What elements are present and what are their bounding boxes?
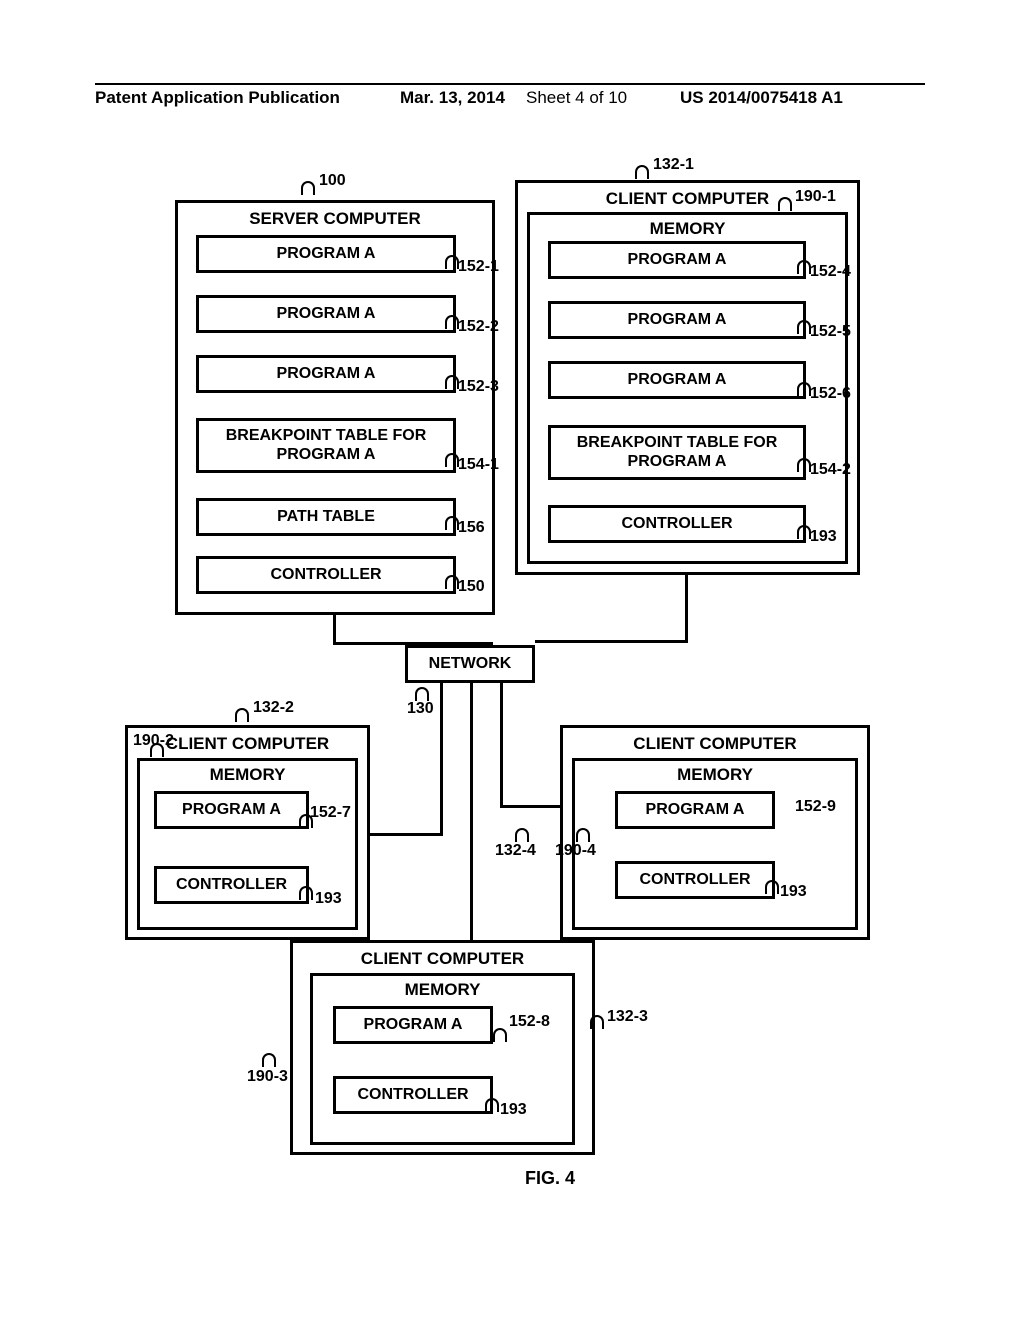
ref-hook [445,453,459,467]
ref-193-c4: 193 [780,883,807,901]
client1-program-a-2: PROGRAM A [548,301,806,339]
ref-hook [635,165,649,179]
ref-154-1: 154-1 [458,456,499,474]
ref-hook [576,828,590,842]
connector [333,615,336,645]
publication-date: Mar. 13, 2014 [400,88,505,108]
client4-memory-box: MEMORY PROGRAM A CONTROLLER [572,758,858,930]
client1-memory-title: MEMORY [530,215,845,243]
sheet-number: Sheet 4 of 10 [526,88,627,108]
connector [500,805,560,808]
ref-hook [415,687,429,701]
client3-title: CLIENT COMPUTER [293,945,592,973]
ref-hook [590,1015,604,1029]
client4-title: CLIENT COMPUTER [563,730,867,758]
client1-breakpoint-table: BREAKPOINT TABLE FOR PROGRAM A [548,425,806,480]
ref-152-3: 152-3 [458,378,499,396]
ref-hook [778,197,792,211]
ref-hook [445,575,459,589]
server-program-a-3: PROGRAM A [196,355,456,393]
ref-150: 150 [458,578,485,596]
connector [490,642,493,646]
ref-152-2: 152-2 [458,318,499,336]
ref-hook [765,880,779,894]
ref-hook [445,516,459,530]
ref-190-4: 190-4 [555,842,596,860]
figure-diagram: SERVER COMPUTER PROGRAM A PROGRAM A PROG… [95,150,925,1250]
ref-hook [301,181,315,195]
ref-hook [797,382,811,396]
publication-label: Patent Application Publication [95,88,340,108]
ref-hook [515,828,529,842]
ref-hook [262,1053,276,1067]
client1-program-a-3: PROGRAM A [548,361,806,399]
server-controller: CONTROLLER [196,556,456,594]
ref-190-3: 190-3 [247,1068,288,1086]
connector [333,642,493,645]
ref-152-4: 152-4 [810,263,851,281]
ref-132-2: 132-2 [253,699,294,717]
ref-154-2: 154-2 [810,461,851,479]
ref-hook [797,525,811,539]
ref-152-7: 152-7 [310,804,351,822]
client4-program-a: PROGRAM A [615,791,775,829]
server-computer-title: SERVER COMPUTER [178,205,492,233]
network-box: NETWORK [405,645,535,683]
ref-hook [485,1098,499,1112]
ref-193-c1: 193 [810,528,837,546]
ref-132-4: 132-4 [495,842,536,860]
client1-controller: CONTROLLER [548,505,806,543]
connector [500,683,503,808]
ref-190-2: 190-2 [133,732,174,750]
client2-controller: CONTROLLER [154,866,309,904]
ref-hook [299,886,313,900]
ref-152-8: 152-8 [509,1013,550,1031]
client3-controller: CONTROLLER [333,1076,493,1114]
header-rule [95,83,925,85]
server-program-a-1: PROGRAM A [196,235,456,273]
ref-hook [445,255,459,269]
ref-152-5: 152-5 [810,323,851,341]
connector [685,575,688,643]
ref-100: 100 [319,172,346,190]
ref-156: 156 [458,519,485,537]
ref-132-3: 132-3 [607,1008,648,1026]
ref-hook [797,260,811,274]
ref-130: 130 [407,700,434,718]
connector [440,683,443,835]
client1-program-a-1: PROGRAM A [548,241,806,279]
ref-hook [235,708,249,722]
ref-hook [797,458,811,472]
client3-memory-title: MEMORY [313,976,572,1004]
server-path-table: PATH TABLE [196,498,456,536]
ref-hook [445,315,459,329]
connector [535,640,688,643]
ref-hook [493,1028,507,1042]
publication-number: US 2014/0075418 A1 [680,88,843,108]
client3-memory-box: MEMORY PROGRAM A CONTROLLER [310,973,575,1145]
ref-193-c3: 193 [500,1101,527,1119]
server-program-a-2: PROGRAM A [196,295,456,333]
ref-152-1: 152-1 [458,258,499,276]
ref-193-c2: 193 [315,890,342,908]
client4-memory-title: MEMORY [575,761,855,789]
patent-page: Patent Application Publication Mar. 13, … [0,0,1024,1320]
ref-hook [445,375,459,389]
figure-label: FIG. 4 [525,1168,575,1189]
ref-132-1: 132-1 [653,156,694,174]
connector [470,683,473,940]
client2-program-a: PROGRAM A [154,791,309,829]
ref-hook [797,320,811,334]
ref-190-1: 190-1 [795,188,836,206]
client3-program-a: PROGRAM A [333,1006,493,1044]
client4-controller: CONTROLLER [615,861,775,899]
ref-152-6: 152-6 [810,385,851,403]
client2-memory-title: MEMORY [140,761,355,789]
ref-152-9: 152-9 [795,798,836,816]
server-breakpoint-table: BREAKPOINT TABLE FOR PROGRAM A [196,418,456,473]
connector [370,833,443,836]
